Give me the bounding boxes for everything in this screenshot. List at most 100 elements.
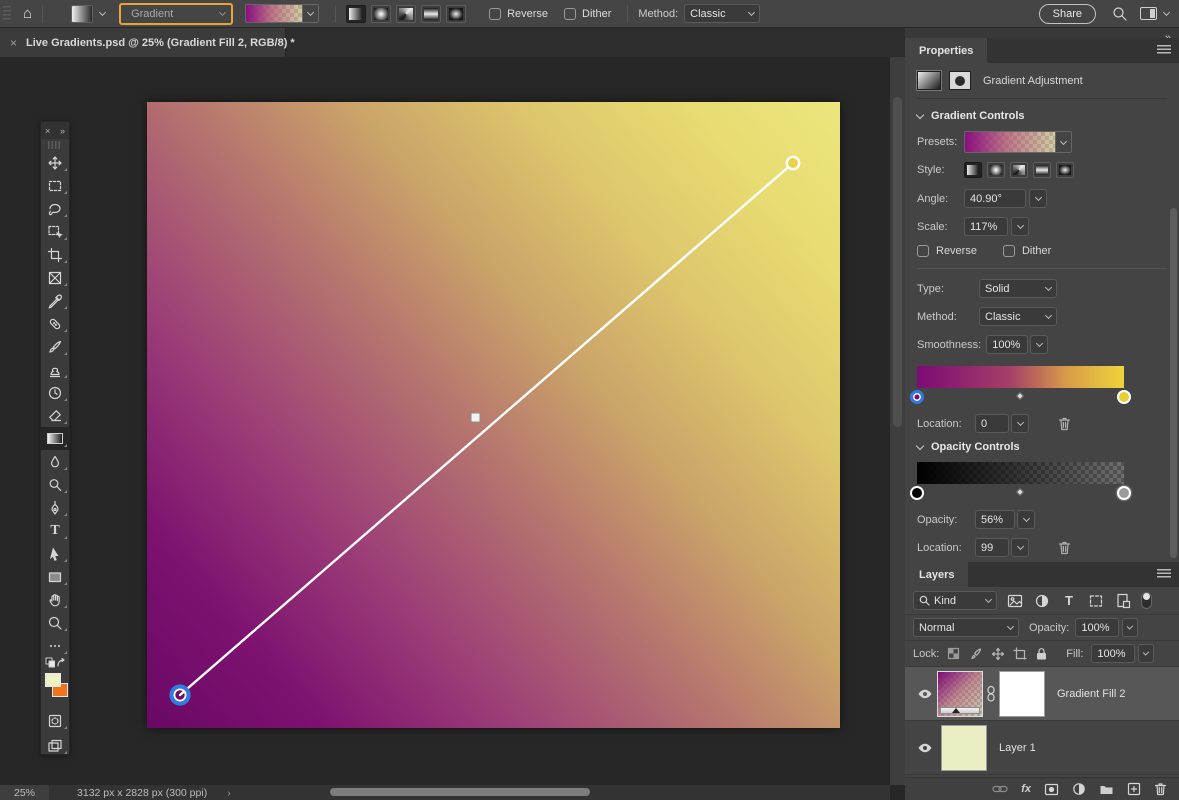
layer-row-layer-1[interactable]: Layer 1 <box>905 721 1179 775</box>
opacity-dropdown[interactable]: 56% <box>975 510 1015 529</box>
home-icon[interactable]: ⌂ <box>23 5 32 22</box>
dodge-tool[interactable] <box>41 473 69 496</box>
filter-toggle-switch[interactable] <box>1141 592 1152 609</box>
eyedropper-tool[interactable] <box>41 289 69 312</box>
brush-tool[interactable] <box>41 335 69 358</box>
reflected-style-button[interactable] <box>1033 162 1051 178</box>
gradient-tool-preset-icon[interactable] <box>71 5 93 23</box>
type-dropdown[interactable]: Solid <box>979 279 1057 298</box>
angle-dropdown[interactable]: 40.90° <box>964 189 1026 208</box>
rectangle-tool[interactable] <box>41 565 69 588</box>
document-tab[interactable]: × Live Gradients.psd @ 25% (Gradient Fil… <box>0 28 286 57</box>
color-stop-start[interactable] <box>910 390 924 404</box>
canvas-vertical-scrollbar[interactable] <box>890 57 905 785</box>
scale-chevron[interactable] <box>1011 217 1029 236</box>
screen-mode-button[interactable] <box>41 734 69 757</box>
filter-kind-dropdown[interactable]: Kind <box>913 591 997 610</box>
location-chevron[interactable] <box>1011 414 1029 433</box>
layer-1-thumbnail[interactable] <box>941 725 987 771</box>
new-group-icon[interactable] <box>1099 783 1114 795</box>
opacity-stop-start[interactable] <box>910 486 924 500</box>
blend-mode-dropdown[interactable]: Normal <box>913 618 1019 637</box>
zoom-tool[interactable] <box>41 611 69 634</box>
dither-checkbox[interactable] <box>564 8 576 20</box>
collapse-icon[interactable]: » <box>60 126 65 136</box>
tool-preset-dropdown[interactable]: Gradient <box>119 3 233 25</box>
gradient-preview-swatch[interactable] <box>245 4 303 23</box>
filter-pixel-layers-icon[interactable] <box>1006 594 1024 608</box>
canvas-area[interactable] <box>0 57 890 785</box>
lock-artboard-icon[interactable] <box>1013 647 1027 661</box>
gradient-tool[interactable] <box>41 427 69 450</box>
gradient-editor-bar[interactable] <box>917 366 1124 388</box>
tab-layers[interactable]: Layers <box>905 562 968 587</box>
delete-stop-icon[interactable] <box>1057 416 1072 432</box>
foreground-color-swatch[interactable] <box>45 673 61 687</box>
swap-colors-icon[interactable] <box>55 657 65 669</box>
reflected-gradient-style-button[interactable] <box>421 5 441 23</box>
close-icon[interactable]: × <box>10 36 17 50</box>
radial-style-button[interactable] <box>987 162 1005 178</box>
mask-thumbnail-icon[interactable] <box>949 71 971 90</box>
layer-effects-icon[interactable]: fx <box>1021 783 1031 795</box>
lock-transparency-icon[interactable] <box>947 647 961 661</box>
tools-panel-grip[interactable] <box>48 141 62 149</box>
filter-adjustment-layers-icon[interactable] <box>1033 593 1051 609</box>
panel-menu-icon[interactable] <box>1157 45 1171 55</box>
blur-tool[interactable] <box>41 450 69 473</box>
fill-dropdown[interactable]: 100% <box>1091 644 1135 663</box>
location-dropdown[interactable]: 0 <box>975 414 1009 433</box>
frame-tool[interactable] <box>41 266 69 289</box>
lock-pixels-icon[interactable] <box>969 647 983 661</box>
lock-all-icon[interactable] <box>1035 647 1048 661</box>
presets-chevron[interactable] <box>1056 131 1072 153</box>
properties-scrollbar[interactable] <box>1170 208 1177 558</box>
path-selection-tool[interactable] <box>41 542 69 565</box>
share-button[interactable]: Share <box>1039 4 1096 24</box>
radial-gradient-style-button[interactable] <box>371 5 391 23</box>
quick-mask-button[interactable] <box>41 709 69 732</box>
object-selection-tool[interactable] <box>41 220 69 243</box>
workspace-icon[interactable] <box>1140 7 1157 20</box>
delete-opacity-stop-icon[interactable] <box>1057 540 1072 556</box>
crop-tool[interactable] <box>41 243 69 266</box>
gradient-fill-layer-thumbnail[interactable] <box>937 671 983 717</box>
canvas-horizontal-scrollbar[interactable] <box>330 788 590 796</box>
status-chevron-icon[interactable]: › <box>227 787 231 799</box>
layer-mask-link-icon[interactable] <box>986 685 996 703</box>
opacity-location-chevron[interactable] <box>1011 538 1029 557</box>
opacity-stop-end[interactable] <box>1117 486 1131 500</box>
eraser-tool[interactable] <box>41 404 69 427</box>
filter-type-layers-icon[interactable]: T <box>1060 593 1078 608</box>
layers-opacity-dropdown[interactable]: 100% <box>1075 618 1119 637</box>
smoothness-dropdown[interactable]: 100% <box>986 335 1028 354</box>
lock-position-icon[interactable] <box>991 647 1005 661</box>
link-layers-icon[interactable] <box>992 784 1008 794</box>
panel-menu-icon[interactable] <box>1157 569 1171 579</box>
visibility-eye-icon[interactable] <box>917 741 933 755</box>
angle-gradient-style-button[interactable] <box>396 5 416 23</box>
fill-chevron[interactable] <box>1138 644 1154 663</box>
opacity-chevron[interactable] <box>1017 510 1035 529</box>
color-stop-end[interactable] <box>1117 390 1131 404</box>
layer-name[interactable]: Gradient Fill 2 <box>1057 688 1125 700</box>
hand-tool[interactable] <box>41 588 69 611</box>
clone-stamp-tool[interactable] <box>41 358 69 381</box>
gradient-fill-thumbnail-icon[interactable] <box>917 71 941 90</box>
gradient-end-handle[interactable] <box>787 157 799 169</box>
method-dropdown[interactable]: Classic <box>684 4 760 23</box>
pen-tool[interactable] <box>41 496 69 519</box>
chevron-down-icon[interactable] <box>99 9 106 16</box>
layer-row-gradient-fill-2[interactable]: Gradient Fill 2 <box>905 667 1179 721</box>
gradient-annotation-widget[interactable] <box>147 102 840 728</box>
add-mask-icon[interactable] <box>1044 783 1059 796</box>
gradient-controls-section[interactable]: Gradient Controls <box>917 110 1167 122</box>
props-method-dropdown[interactable]: Classic <box>979 307 1057 326</box>
delete-layer-icon[interactable] <box>1154 782 1167 796</box>
props-dither-checkbox[interactable] <box>1003 245 1015 257</box>
history-brush-tool[interactable] <box>41 381 69 404</box>
close-icon[interactable]: × <box>45 126 50 136</box>
chevron-down-icon[interactable] <box>1163 9 1170 16</box>
layers-opacity-chevron[interactable] <box>1122 618 1138 637</box>
opacity-midpoint-handle[interactable] <box>1016 488 1024 496</box>
